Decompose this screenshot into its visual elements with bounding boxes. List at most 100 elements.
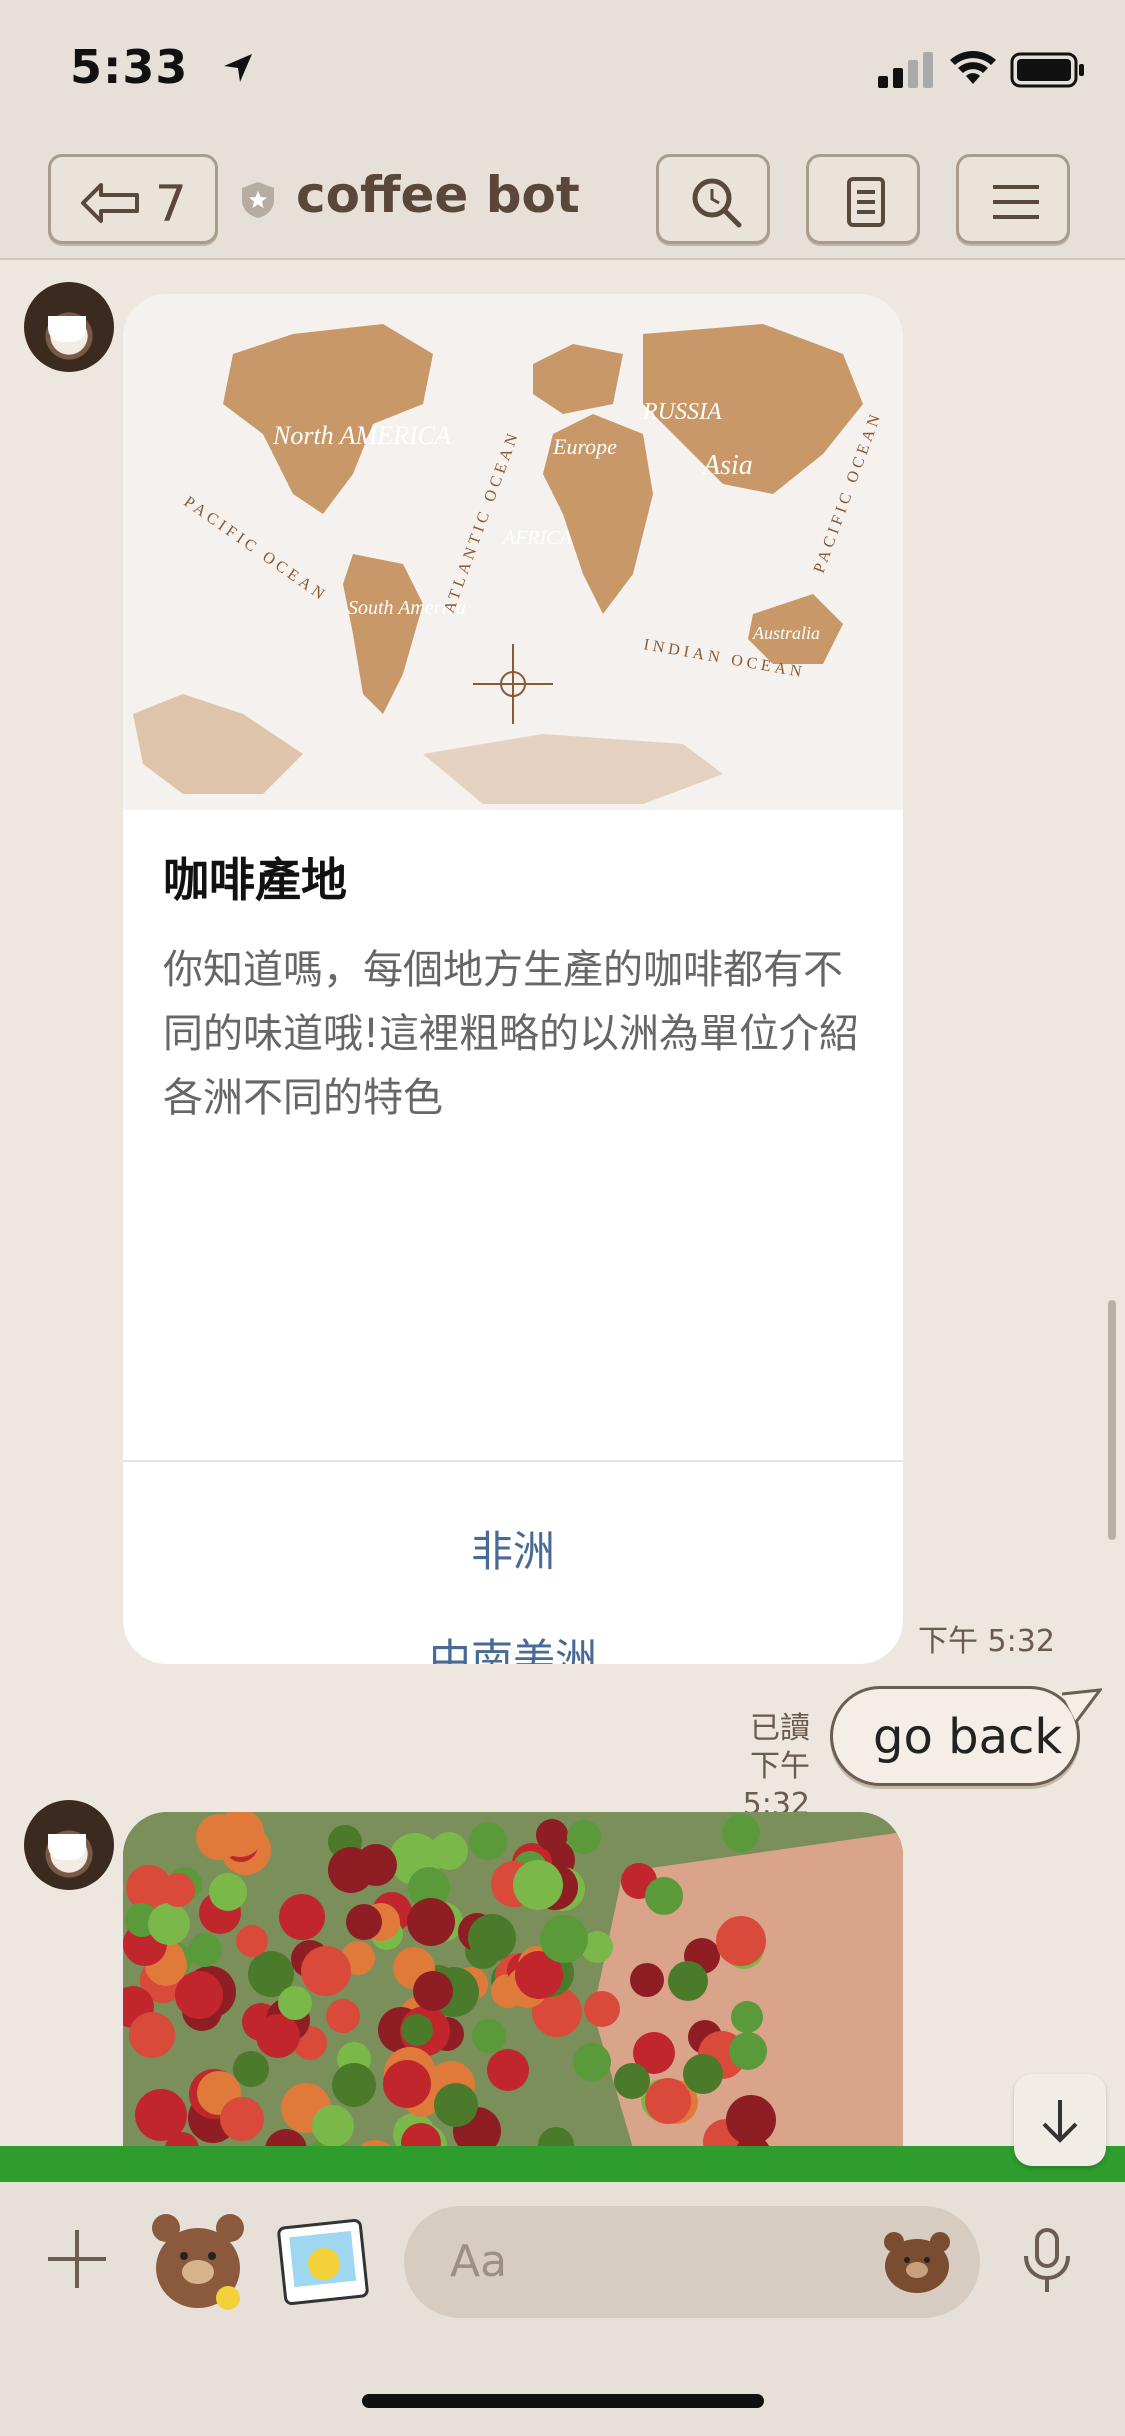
coffee-cherry xyxy=(161,1873,195,1907)
card-divider xyxy=(123,1460,903,1462)
coffee-cherry xyxy=(312,2105,354,2147)
coffee-cherry xyxy=(209,1873,247,1911)
notes-icon xyxy=(847,177,885,227)
coffee-cherry xyxy=(683,2054,723,2094)
coffee-cherry xyxy=(468,1914,516,1962)
back-arrow-icon xyxy=(81,183,139,223)
menu-button[interactable] xyxy=(956,154,1070,244)
coffee-cherry xyxy=(135,2089,187,2141)
coffee-cherry xyxy=(573,2043,611,2081)
coffee-cherry xyxy=(668,1961,708,2001)
message-input[interactable]: Aa xyxy=(404,2206,980,2318)
world-map-image[interactable]: North AMERICA South America Europe AFRIC… xyxy=(123,294,903,810)
emoji-bear-icon[interactable] xyxy=(882,2228,952,2294)
hamburger-menu-icon xyxy=(993,185,1039,219)
map-label-russia: RUSSIA xyxy=(642,399,722,425)
user-message-text: go back xyxy=(873,1709,1063,1765)
coffee-cherry xyxy=(346,1904,382,1940)
coffee-cherry xyxy=(540,1915,588,1963)
action-latin-america-button[interactable]: 中南美洲 xyxy=(123,1626,903,1664)
status-time: 5:33 xyxy=(70,40,189,94)
status-bar: 5:33 xyxy=(0,0,1125,140)
coffee-cherry xyxy=(332,2063,376,2107)
map-label-europe: Europe xyxy=(552,434,617,459)
read-receipt: 已讀 xyxy=(750,1711,810,1746)
cellular-signal-icon xyxy=(878,52,933,88)
bubble-tail xyxy=(1062,1688,1102,1723)
coffee-cherry xyxy=(716,1916,766,1966)
coffee-cherry xyxy=(472,2019,506,2053)
map-label-north-america: North AMERICA xyxy=(272,421,451,450)
bot-avatar[interactable] xyxy=(24,1800,114,1890)
coffee-cherry xyxy=(487,2049,529,2091)
coffee-cherry xyxy=(236,1925,268,1957)
map-label-pacific-left: PACIFIC OCEAN xyxy=(181,493,331,605)
coffee-cherry xyxy=(326,1999,360,2033)
message-meta: 已讀 下午 5:32 xyxy=(680,1710,810,1824)
coffee-cherry xyxy=(645,1877,683,1915)
back-button[interactable]: 7 xyxy=(48,154,218,244)
card-description: 你知道嗎，每個地方生產的咖啡都有不同的味道哦!這裡粗略的以洲為單位介紹各洲不同的… xyxy=(163,947,860,1121)
coffee-cherry xyxy=(188,1933,222,1967)
search-button[interactable] xyxy=(656,154,770,244)
home-indicator xyxy=(362,2394,764,2408)
map-label-atlantic: ATLANTIC OCEAN xyxy=(441,428,523,615)
card-title: 咖啡產地 xyxy=(163,853,347,907)
plus-icon[interactable] xyxy=(44,2226,110,2292)
scroll-to-bottom-button[interactable] xyxy=(1014,2074,1106,2166)
card-timestamp: 下午 5:32 xyxy=(918,1624,1055,1659)
coffee-cherry xyxy=(407,1898,455,1946)
coffee-cherry xyxy=(630,1963,664,1997)
microphone-icon[interactable] xyxy=(1020,2226,1074,2296)
coffee-cherry xyxy=(413,1971,453,2011)
action-africa-button[interactable]: 非洲 xyxy=(123,1518,903,1579)
coffee-cherry xyxy=(401,2014,433,2046)
bot-avatar[interactable] xyxy=(24,282,114,372)
chat-title: coffee bot xyxy=(296,166,580,224)
notes-button[interactable] xyxy=(806,154,920,244)
coffee-cherry xyxy=(301,1946,351,1996)
map-label-australia: Australia xyxy=(752,623,820,643)
compass-rose-icon xyxy=(473,644,553,724)
coffee-cherry xyxy=(148,1903,190,1945)
coffee-cherry xyxy=(129,2012,175,2058)
coffee-cherry xyxy=(584,1991,620,2027)
coffee-cherry xyxy=(434,2083,478,2127)
coffee-cherry xyxy=(513,1860,563,1910)
coffee-cherry xyxy=(469,1822,507,1860)
sticker-bear-icon[interactable] xyxy=(148,2208,248,2312)
battery-icon xyxy=(1010,52,1084,88)
arrow-down-icon xyxy=(1042,2100,1078,2143)
coffee-cherries-illustration xyxy=(123,1812,903,2182)
coffee-cherry xyxy=(196,1814,242,1860)
map-label-africa: AFRICA xyxy=(501,527,573,549)
coffee-cherry xyxy=(567,1820,601,1854)
coffee-cherry xyxy=(536,1819,568,1851)
coffee-cherries-image[interactable] xyxy=(123,1812,903,2182)
coffee-cherry xyxy=(233,2051,269,2087)
location-arrow-icon xyxy=(224,54,252,82)
coffee-cherry xyxy=(256,2014,300,2058)
coffee-cherry xyxy=(175,1971,223,2019)
coffee-cherry xyxy=(328,1847,374,1893)
wifi-icon xyxy=(950,51,996,84)
world-map-illustration: North AMERICA South America Europe AFRIC… xyxy=(133,324,885,804)
unread-count: 7 xyxy=(155,175,187,233)
verified-shield-icon xyxy=(242,182,274,218)
card-body: 咖啡產地 你知道嗎，每個地方生產的咖啡都有不同的味道哦!這裡粗略的以洲為單位介紹… xyxy=(163,844,873,1130)
coffee-cherry xyxy=(731,2001,763,2033)
coffee-cherry xyxy=(645,2078,691,2124)
map-label-asia: Asia xyxy=(701,450,753,481)
scrollbar[interactable] xyxy=(1108,1300,1116,1540)
coffee-cherry xyxy=(383,2060,431,2108)
chat-header: 7 coffee bot xyxy=(0,140,1125,260)
sticker-photo-icon[interactable] xyxy=(276,2218,370,2306)
carousel-card: North AMERICA South America Europe AFRIC… xyxy=(123,294,903,1664)
coffee-cherry xyxy=(220,2097,264,2141)
user-message-bubble[interactable]: go back xyxy=(830,1686,1080,1786)
coffee-cherry xyxy=(279,1894,325,1940)
coffee-cherry xyxy=(729,2032,767,2070)
search-icon xyxy=(692,178,742,228)
coffee-cherry xyxy=(278,1986,312,2020)
message-input-placeholder: Aa xyxy=(450,2236,508,2287)
